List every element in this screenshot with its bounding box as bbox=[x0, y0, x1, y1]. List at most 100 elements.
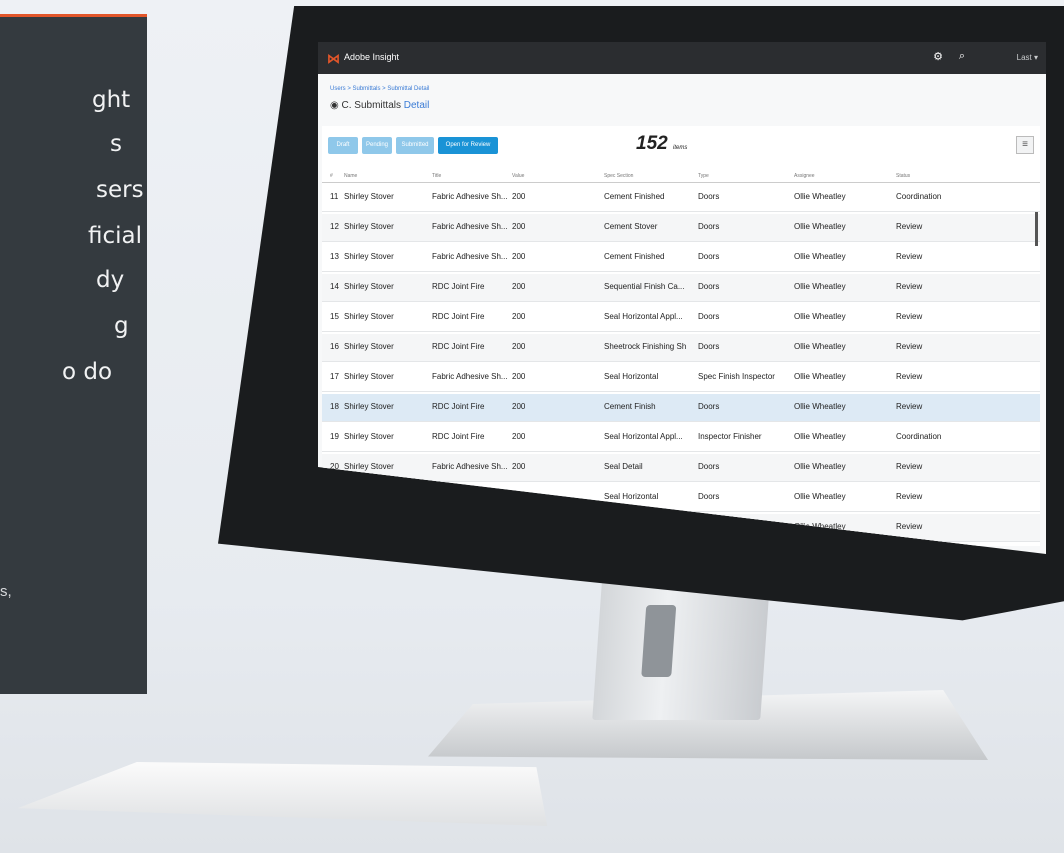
table-cell: Spec Finish Inspector bbox=[698, 372, 775, 381]
table-cell: Doors bbox=[698, 222, 720, 231]
table-cell: Review bbox=[896, 372, 923, 381]
table-cell: Seal Horizontal bbox=[604, 372, 659, 381]
table-cell: Inspector Finisher bbox=[698, 432, 762, 441]
table-cell: Review bbox=[896, 522, 923, 531]
table-cell: 17 bbox=[330, 372, 339, 381]
table-cell: Seal Detail bbox=[604, 462, 643, 471]
table-cell: Fabric Adhesive Sh... bbox=[432, 222, 508, 231]
table-cell: Ollie Wheatley bbox=[794, 462, 846, 471]
table-cell: 16 bbox=[330, 342, 339, 351]
table-cell: Cement Stover bbox=[604, 222, 658, 231]
table-cell: 200 bbox=[512, 192, 526, 201]
table-cell: 200 bbox=[512, 432, 526, 441]
table-cell: 14 bbox=[330, 282, 339, 291]
search-icon[interactable]: ⌕ bbox=[954, 50, 970, 66]
column-header[interactable]: Name bbox=[344, 173, 357, 179]
table-cell: Ollie Wheatley bbox=[794, 402, 846, 411]
table-cell: Cement Finished bbox=[604, 192, 665, 201]
panel-text-line: sers bbox=[96, 177, 144, 203]
vertical-scrollbar[interactable] bbox=[1035, 212, 1038, 246]
column-header[interactable]: Assignee bbox=[794, 173, 815, 179]
table-cell: Shirley Stover bbox=[344, 222, 394, 231]
table-row[interactable]: 11 Shirley Stover Fabric Adhesive Sh... 200… bbox=[322, 184, 1040, 212]
panel-text-line: g bbox=[114, 313, 129, 339]
filter-tab[interactable]: Submitted bbox=[396, 137, 434, 154]
column-header[interactable]: Status bbox=[896, 173, 910, 179]
column-header[interactable]: Value bbox=[512, 173, 524, 179]
panel-text-line: o do bbox=[62, 359, 113, 385]
table-cell: 200 bbox=[512, 222, 526, 231]
table-cell: Review bbox=[896, 342, 923, 351]
table-cell: Ollie Wheatley bbox=[794, 492, 846, 501]
user-menu[interactable]: Last ▾ bbox=[1017, 53, 1038, 62]
table-header: # Name Title Value Spec Section Type Assignee S… bbox=[322, 172, 1040, 183]
table-row[interactable]: 19 Shirley Stover RDC Joint Fire 200 Seal Ho… bbox=[322, 424, 1040, 452]
filter-tab[interactable]: Draft bbox=[328, 137, 358, 154]
breadcrumb[interactable]: Users > Submittals > Submittal Detail bbox=[330, 86, 429, 92]
table-cell: Shirley Stover bbox=[344, 192, 394, 201]
logo-icon: ⋈ bbox=[327, 51, 340, 66]
column-header[interactable]: Type bbox=[698, 173, 709, 179]
table-row[interactable]: 20 Shirley Stover Fabric Adhesive Sh... 200… bbox=[322, 454, 1040, 482]
table-row[interactable]: 14 Shirley Stover RDC Joint Fire 200 Sequent… bbox=[322, 274, 1040, 302]
table-row[interactable]: 16 Shirley Stover RDC Joint Fire 200 Sheetro… bbox=[322, 334, 1040, 362]
table-cell: Shirley Stover bbox=[344, 432, 394, 441]
table-cell: Review bbox=[896, 492, 923, 501]
panel-text-line: s bbox=[110, 131, 122, 157]
table-cell: Doors bbox=[698, 282, 720, 291]
side-panel: ght s sers ficial dy g o do s, bbox=[0, 14, 147, 694]
table-cell: Cement Finish bbox=[604, 402, 656, 411]
table-cell: 200 bbox=[512, 252, 526, 261]
table-cell: Shirley Stover bbox=[344, 462, 394, 471]
table-cell: 200 bbox=[512, 312, 526, 321]
table-cell: Ollie Wheatley bbox=[794, 282, 846, 291]
table-cell: RDC Joint Fire bbox=[432, 282, 485, 291]
table-cell: Ollie Wheatley bbox=[794, 342, 846, 351]
table-cell: RDC Joint Fire bbox=[432, 342, 485, 351]
table-cell: Seal Horizontal bbox=[604, 492, 659, 501]
table-cell: Cement Finished bbox=[604, 252, 665, 261]
table-cell: Shirley Stover bbox=[344, 312, 394, 321]
table-cell: Seal Horizontal Appl... bbox=[604, 312, 683, 321]
table-row[interactable]: 15 Shirley Stover RDC Joint Fire 200 Seal Ho… bbox=[322, 304, 1040, 332]
table-cell: Shirley Stover bbox=[344, 342, 394, 351]
table-cell: Review bbox=[896, 402, 923, 411]
table-cell: Sequential Finish Ca... bbox=[604, 282, 685, 291]
table-cell: Ollie Wheatley bbox=[794, 372, 846, 381]
table-cell: Shirley Stover bbox=[344, 402, 394, 411]
table-cell: 13 bbox=[330, 252, 339, 261]
filter-tab[interactable]: Open for Review bbox=[438, 137, 498, 154]
table-cell: Ollie Wheatley bbox=[794, 432, 846, 441]
table-cell: Fabric Adhesive Sh... bbox=[432, 252, 508, 261]
table-cell: Ollie Wheatley bbox=[794, 222, 846, 231]
table-cell: Doors bbox=[698, 252, 720, 261]
table-row[interactable]: 17 Shirley Stover Fabric Adhesive Sh... 200… bbox=[322, 364, 1040, 392]
table-cell: 12 bbox=[330, 222, 339, 231]
table-cell: Fabric Adhesive Sh... bbox=[432, 192, 508, 201]
app-topbar: ⋈ Adobe Insight ⚙ ⌕ Last ▾ bbox=[318, 42, 1046, 74]
table-cell: Doors bbox=[698, 462, 720, 471]
table-cell: Coordination bbox=[896, 432, 942, 441]
app-title: Adobe Insight bbox=[344, 52, 400, 62]
settings-icon[interactable]: ⚙ bbox=[930, 50, 946, 66]
table-cell: RDC Joint Fire bbox=[432, 402, 485, 411]
table-row[interactable]: 18 Shirley Stover RDC Joint Fire 200 Cement … bbox=[322, 394, 1040, 422]
table-cell: Shirley Stover bbox=[344, 252, 394, 261]
page-title-link[interactable]: Detail bbox=[404, 100, 430, 111]
filter-tab[interactable]: Pending bbox=[362, 137, 392, 154]
keyboard bbox=[18, 762, 548, 826]
table-cell: 200 bbox=[512, 372, 526, 381]
column-header[interactable]: Title bbox=[432, 173, 441, 179]
table-cell: Seal Horizontal Appl... bbox=[604, 432, 683, 441]
table-cell: 11 bbox=[330, 192, 339, 201]
table-cell: Doors bbox=[698, 492, 720, 501]
table-cell: Review bbox=[896, 312, 923, 321]
back-icon[interactable]: ◉ bbox=[330, 100, 342, 111]
table-cell: Review bbox=[896, 252, 923, 261]
column-header[interactable]: # bbox=[330, 173, 333, 179]
filter-icon[interactable]: ≡ bbox=[1016, 136, 1034, 154]
table-row[interactable]: 12 Shirley Stover Fabric Adhesive Sh... 200… bbox=[322, 214, 1040, 242]
table-row[interactable]: 13 Shirley Stover Fabric Adhesive Sh... 200… bbox=[322, 244, 1040, 272]
column-header[interactable]: Spec Section bbox=[604, 173, 633, 179]
table-cell: Review bbox=[896, 222, 923, 231]
